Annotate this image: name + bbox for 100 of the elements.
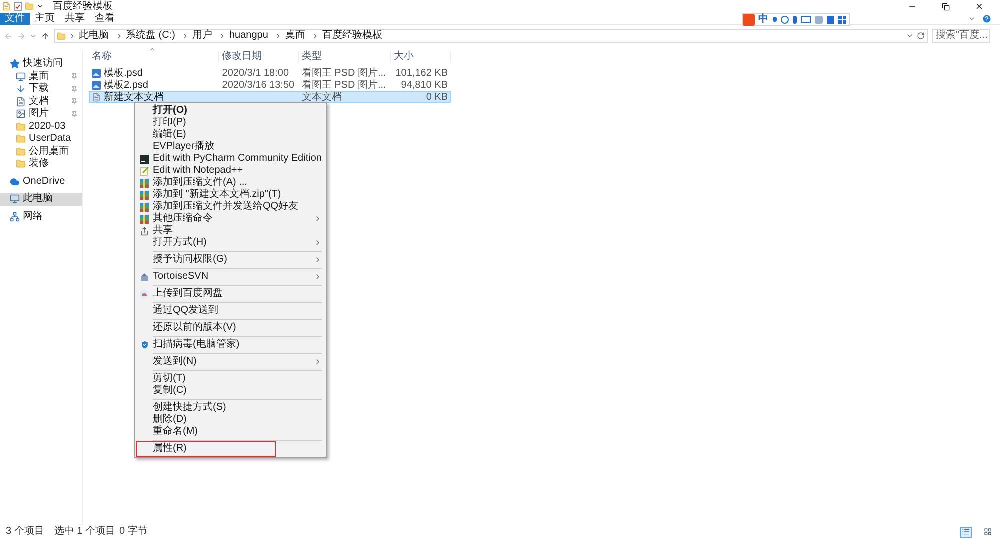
recent-locations-icon[interactable] bbox=[30, 32, 37, 40]
menu-item[interactable]: 其他压缩命令 bbox=[135, 213, 326, 225]
grid-icon[interactable] bbox=[838, 16, 846, 24]
breadcrumb[interactable]: 百度经验模板 bbox=[322, 30, 382, 42]
breadcrumb-separator-icon[interactable] bbox=[312, 32, 320, 40]
breadcrumb[interactable]: 桌面 bbox=[285, 30, 306, 42]
star-icon bbox=[10, 59, 20, 70]
item-count: 3 个项目 bbox=[6, 526, 44, 538]
file-row[interactable]: 模板.psd 2020/3/1 18:00 看图王 PSD 图片... 101,162 KB bbox=[89, 67, 451, 79]
menu-item[interactable]: 剪切(T) bbox=[135, 373, 326, 385]
download-icon bbox=[16, 84, 26, 94]
network-icon bbox=[10, 212, 20, 222]
cloud-icon bbox=[10, 176, 20, 187]
close-icon[interactable] bbox=[975, 2, 984, 11]
sidebar-item[interactable]: 图片 bbox=[0, 108, 82, 120]
tiles-view-button[interactable] bbox=[982, 526, 994, 538]
menu-item[interactable]: 发送到(N) bbox=[135, 356, 326, 368]
menu-item[interactable]: 还原以前的版本(V) bbox=[135, 322, 326, 334]
ribbon-tab[interactable]: 查看 bbox=[90, 12, 120, 24]
ribbon-tab[interactable]: 共享 bbox=[60, 12, 90, 24]
sidebar-item[interactable]: 网络 bbox=[0, 210, 82, 223]
menu-item[interactable]: Edit with Notepad++ bbox=[135, 165, 326, 177]
input-mode[interactable]: 中 bbox=[758, 14, 769, 25]
refresh-icon[interactable] bbox=[917, 32, 925, 40]
dropdown-icon[interactable] bbox=[906, 32, 914, 40]
menu-item[interactable]: 创建快捷方式(S) bbox=[135, 402, 326, 414]
file-row[interactable]: 新建文本文档 文本文档 0 KB bbox=[89, 91, 451, 103]
menu-item[interactable]: 属性(R) bbox=[135, 443, 326, 455]
grid-icon bbox=[984, 528, 992, 536]
breadcrumb-separator-icon[interactable] bbox=[182, 32, 190, 40]
file-name: 模板2.psd bbox=[90, 80, 220, 90]
menu-item[interactable]: 复制(C) bbox=[135, 385, 326, 397]
search-field[interactable]: 搜索"百度... bbox=[932, 29, 990, 43]
file-name: 模板.psd bbox=[90, 68, 220, 78]
up-icon[interactable] bbox=[41, 32, 50, 40]
properties-icon[interactable] bbox=[14, 2, 22, 11]
image-file-icon bbox=[92, 80, 101, 90]
breadcrumb[interactable]: 此电脑 bbox=[79, 30, 109, 42]
breadcrumb[interactable]: 用户 bbox=[192, 30, 212, 42]
notepad-icon bbox=[140, 166, 149, 176]
image-file-icon bbox=[92, 68, 101, 78]
column-header[interactable]: 类型 bbox=[299, 51, 391, 63]
menu-item[interactable]: 添加到压缩文件并发送给QQ好友 bbox=[135, 201, 326, 213]
menu-item[interactable]: 添加到压缩文件(A) ... bbox=[135, 177, 326, 189]
sidebar-item[interactable]: 此电脑 bbox=[0, 193, 82, 206]
menu-item[interactable]: 添加到 "新建文本文档.zip"(T) bbox=[135, 189, 326, 201]
file-row[interactable]: 模板2.psd 2020/3/16 13:50 看图王 PSD 图片... 94,810 KB bbox=[89, 79, 451, 91]
breadcrumb[interactable]: 系统盘 (C:) bbox=[126, 30, 176, 42]
file-size: 101,162 KB bbox=[396, 68, 449, 78]
menu-item[interactable]: 上传到百度网盘 bbox=[135, 288, 326, 300]
address-bar[interactable]: 此电脑 系统盘 (C:) 用户 huangpu 桌面 百度经验模板 bbox=[54, 29, 928, 43]
sidebar-item[interactable]: 装修 bbox=[0, 158, 82, 170]
sidebar-item[interactable]: 公用桌面 bbox=[0, 146, 82, 158]
file-type: 看图王 PSD 图片... bbox=[300, 80, 386, 90]
menu-item[interactable]: EVPlayer播放 bbox=[135, 141, 326, 153]
archive-icon bbox=[140, 190, 149, 200]
sidebar-item[interactable]: 快速访问 bbox=[0, 58, 82, 70]
column-header[interactable]: 名称 bbox=[89, 51, 219, 63]
breadcrumb-separator-icon[interactable] bbox=[275, 32, 282, 40]
sidebar-item[interactable]: 桌面 bbox=[0, 70, 82, 83]
sidebar-item[interactable]: 文档 bbox=[0, 96, 82, 108]
help-icon[interactable] bbox=[982, 14, 992, 24]
column-header[interactable]: 大小 bbox=[391, 51, 451, 63]
menu-item[interactable]: 编辑(E) bbox=[135, 129, 326, 141]
archive-icon bbox=[140, 202, 149, 212]
menu-item[interactable]: 扫描病毒(电脑管家) bbox=[135, 339, 326, 351]
menu-item[interactable]: 通过QQ发送到 bbox=[135, 305, 326, 317]
menu-item[interactable]: 共享 bbox=[135, 225, 326, 237]
window-title: 百度经验模板 bbox=[53, 0, 113, 12]
ribbon-tab[interactable]: 文件 bbox=[0, 12, 30, 24]
menu-item[interactable]: 授予访问权限(G) bbox=[135, 254, 326, 266]
folder-icon bbox=[16, 159, 26, 170]
details-view-button[interactable] bbox=[960, 526, 972, 538]
selection-count: 选中 1 个项目 bbox=[54, 526, 116, 538]
menu-item[interactable]: 打开(O) bbox=[135, 105, 326, 117]
menu-item[interactable]: Edit with PyCharm Community Edition bbox=[135, 153, 326, 165]
breadcrumb[interactable]: huangpu bbox=[229, 30, 268, 42]
folder-icon bbox=[16, 134, 26, 144]
menu-item[interactable]: TortoiseSVN bbox=[135, 271, 326, 283]
text-file-icon bbox=[92, 92, 101, 102]
menu-item[interactable]: 重命名(M) bbox=[135, 426, 326, 438]
sidebar-item[interactable]: 2020-03 bbox=[0, 120, 82, 133]
file-size: 0 KB bbox=[426, 92, 449, 102]
menu-item[interactable]: 删除(D) bbox=[135, 414, 326, 426]
column-header[interactable]: 修改日期 bbox=[219, 51, 299, 63]
sidebar-item[interactable]: 下载 bbox=[0, 83, 82, 96]
menu-item[interactable]: 打开方式(H) bbox=[135, 237, 326, 249]
breadcrumb-separator-icon[interactable] bbox=[116, 32, 123, 40]
menu-item[interactable]: 打印(P) bbox=[135, 117, 326, 129]
ribbon-tab[interactable]: 主页 bbox=[30, 12, 60, 24]
breadcrumb-separator-icon[interactable] bbox=[69, 32, 76, 40]
breadcrumb-separator-icon[interactable] bbox=[219, 32, 226, 40]
sidebar-item[interactable]: OneDrive bbox=[0, 176, 82, 188]
sidebar-item[interactable]: UserData bbox=[0, 133, 82, 146]
restore-icon[interactable] bbox=[942, 2, 950, 10]
shield-icon bbox=[140, 340, 150, 350]
quick-access-toolbar-icon[interactable] bbox=[37, 3, 44, 10]
share-icon bbox=[140, 226, 149, 236]
folder-icon bbox=[57, 32, 66, 40]
modified-date: 2020/3/1 18:00 bbox=[221, 68, 290, 78]
